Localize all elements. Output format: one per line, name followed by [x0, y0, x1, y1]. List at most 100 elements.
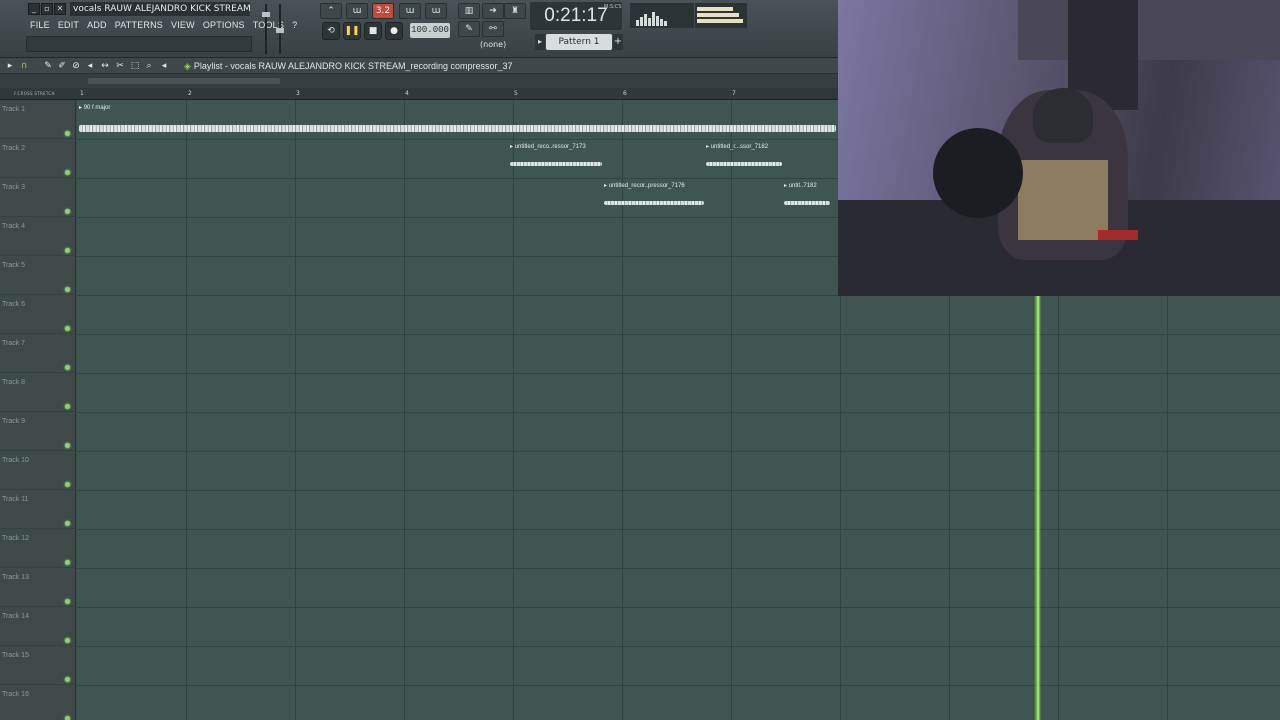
- ruler-modes[interactable]: F.CROSS STRETCH: [14, 91, 55, 96]
- menu-file[interactable]: FILE: [26, 18, 54, 32]
- track-led[interactable]: [65, 131, 70, 136]
- track-header[interactable]: Track 11: [0, 490, 76, 529]
- bar-number: 7: [732, 90, 736, 97]
- track-led[interactable]: [65, 209, 70, 214]
- loop-icon[interactable]: ⟲: [322, 22, 340, 40]
- playback-tool-icon[interactable]: ◂: [158, 60, 170, 72]
- track-led[interactable]: [65, 599, 70, 604]
- bar-number: 5: [514, 90, 518, 97]
- audio-clip[interactable]: ▸ untit..7182: [782, 179, 832, 217]
- pencil-icon[interactable]: ✎: [458, 21, 480, 37]
- pattern-selector-none[interactable]: (none): [480, 40, 506, 49]
- project-file-title: vocals RAUW ALEJANDRO KICK STREAM.flp: [70, 2, 250, 16]
- track-header[interactable]: Track 5: [0, 256, 76, 295]
- audio-clip[interactable]: ▸ untitled_r...ssor_7182: [704, 140, 784, 178]
- track-name: Track 8: [2, 379, 26, 386]
- track-name: Track 6: [2, 301, 26, 308]
- track-header[interactable]: Track 6: [0, 295, 76, 334]
- track-led[interactable]: [65, 404, 70, 409]
- select-tool-icon[interactable]: ⬚: [129, 60, 141, 72]
- menu-help[interactable]: ?: [288, 18, 301, 32]
- delete-tool-icon[interactable]: ⊘: [70, 60, 82, 72]
- pattern-prev-icon[interactable]: ▸: [535, 34, 545, 50]
- minimize-icon[interactable]: _: [28, 3, 40, 15]
- transport-controls: ⟲ ❚❚ ■ ●: [322, 22, 403, 40]
- menu-patterns[interactable]: PATTERNS: [111, 18, 167, 32]
- slip-tool-icon[interactable]: ↔: [99, 60, 111, 72]
- audio-clip[interactable]: ▸ 90 f major: [77, 101, 838, 139]
- track-header[interactable]: Track 16: [0, 685, 76, 720]
- pause-icon[interactable]: ❚❚: [343, 22, 361, 40]
- master-volume-slider[interactable]: [262, 4, 270, 54]
- track-led[interactable]: [65, 287, 70, 292]
- metronome-icon[interactable]: ⌃: [320, 3, 342, 19]
- playhead[interactable]: [1034, 296, 1041, 720]
- link-icon[interactable]: ⚯: [482, 21, 504, 37]
- clip-label: ▸ untitled_recor..pressor_7176: [604, 183, 685, 189]
- track-led[interactable]: [65, 560, 70, 565]
- fl-studio-window: _ ▫ ✕ vocals RAUW ALEJANDRO KICK STREAM.…: [0, 0, 1280, 720]
- track-header[interactable]: Track 3: [0, 178, 76, 217]
- piano-roll-icon[interactable]: ▥: [458, 3, 480, 19]
- track-header[interactable]: Track 12: [0, 529, 76, 568]
- paint-tool-icon[interactable]: ✐: [56, 60, 68, 72]
- track-led[interactable]: [65, 365, 70, 370]
- track-header[interactable]: Track 10: [0, 451, 76, 490]
- bar-number: 1: [80, 90, 84, 97]
- record-icon[interactable]: ●: [385, 22, 403, 40]
- overdub-icon[interactable]: ɯ: [425, 3, 447, 19]
- track-header[interactable]: Track 7: [0, 334, 76, 373]
- snap-magnet-icon[interactable]: ∩: [18, 60, 30, 72]
- track-header[interactable]: Track 14: [0, 607, 76, 646]
- track-led[interactable]: [65, 638, 70, 643]
- countdown-button[interactable]: 3.2: [372, 3, 394, 19]
- slice-tool-icon[interactable]: ✂: [114, 60, 126, 72]
- horizontal-scroll-thumb[interactable]: [88, 78, 280, 84]
- timeline-ruler[interactable]: 1 2 3 4 5 6 7: [0, 88, 838, 100]
- draw-tool-icon[interactable]: ✎: [42, 60, 54, 72]
- mute-tool-icon[interactable]: ◂: [84, 60, 96, 72]
- track-header[interactable]: Track 9: [0, 412, 76, 451]
- stop-icon[interactable]: ■: [364, 22, 382, 40]
- track-name: Track 12: [2, 535, 29, 542]
- menu-add[interactable]: ADD: [83, 18, 111, 32]
- track-led[interactable]: [65, 677, 70, 682]
- track-led[interactable]: [65, 248, 70, 253]
- track-led[interactable]: [65, 326, 70, 331]
- track-led[interactable]: [65, 716, 70, 720]
- tempo-display[interactable]: 100.000: [410, 23, 450, 38]
- track-header[interactable]: Track 8: [0, 373, 76, 412]
- track-header[interactable]: Track 4: [0, 217, 76, 256]
- plugin-icon[interactable]: ♜: [504, 3, 526, 19]
- browser-icon[interactable]: ➔: [482, 3, 504, 19]
- clip-label: ▸ untitled_reco..ressor_7173: [510, 144, 586, 150]
- bar-number: 4: [405, 90, 409, 97]
- menu-edit[interactable]: EDIT: [54, 18, 83, 32]
- track-led[interactable]: [65, 170, 70, 175]
- track-header[interactable]: Track 13: [0, 568, 76, 607]
- step-edit-icon[interactable]: ɯ: [399, 3, 421, 19]
- track-name: Track 14: [2, 613, 29, 620]
- audio-clip[interactable]: ▸ untitled_recor..pressor_7176: [602, 179, 706, 217]
- track-led[interactable]: [65, 521, 70, 526]
- menu-view[interactable]: VIEW: [167, 18, 199, 32]
- close-icon[interactable]: ✕: [54, 3, 66, 15]
- track-header[interactable]: Track 15: [0, 646, 76, 685]
- master-pitch-slider[interactable]: [276, 4, 284, 54]
- track-header[interactable]: Track 1: [0, 100, 76, 139]
- playlist-menu-icon[interactable]: ▸: [4, 60, 16, 72]
- pattern-selector[interactable]: Pattern 1: [546, 34, 612, 50]
- add-pattern-icon[interactable]: +: [613, 34, 623, 50]
- zoom-tool-icon[interactable]: ⌕: [143, 60, 155, 72]
- wait-icon[interactable]: ɯ: [346, 3, 368, 19]
- track-name: Track 16: [2, 691, 29, 698]
- restore-icon[interactable]: ▫: [41, 3, 53, 15]
- audio-clip[interactable]: ▸ untitled_reco..ressor_7173: [508, 140, 604, 178]
- menu-options[interactable]: OPTIONS: [199, 18, 249, 32]
- track-led[interactable]: [65, 482, 70, 487]
- track-name: Track 7: [2, 340, 26, 347]
- track-led[interactable]: [65, 443, 70, 448]
- track-headers: Track 1 Track 2 Track 3 Track 4 Track 5 …: [0, 100, 76, 720]
- track-name: Track 5: [2, 262, 26, 269]
- track-header[interactable]: Track 2: [0, 139, 76, 178]
